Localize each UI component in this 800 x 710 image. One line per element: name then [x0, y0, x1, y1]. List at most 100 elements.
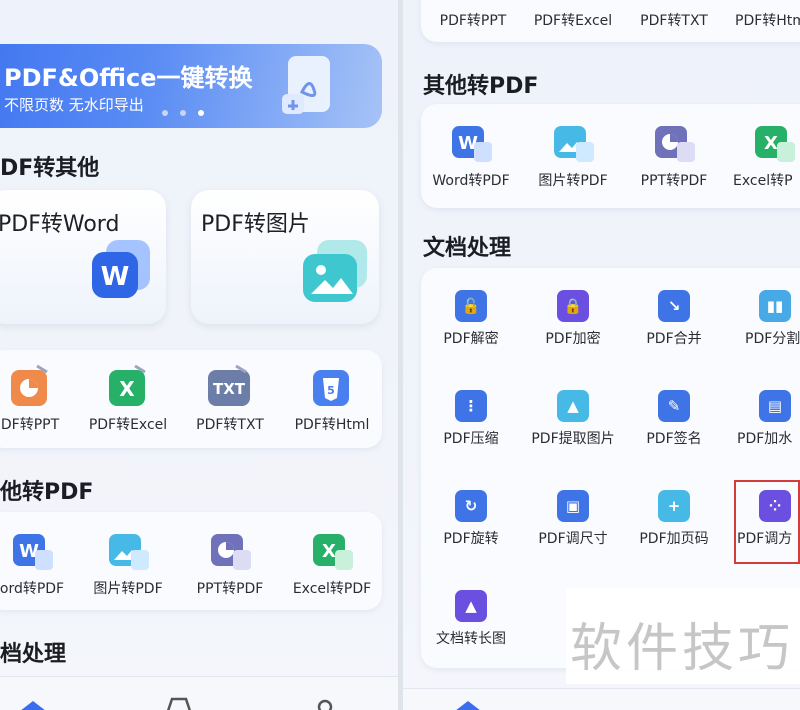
html-file-icon: 5	[313, 370, 349, 406]
tool-pdf-resize[interactable]: ▣ PDF调尺寸	[523, 490, 623, 548]
tool-pdf-compress[interactable]: ⋮ PDF压缩	[421, 390, 521, 448]
rotate-icon: ↻	[464, 497, 478, 515]
tool-label: 文档转长图	[436, 631, 506, 647]
tool-pdf-to-txt[interactable]: PDF转TXT	[624, 10, 724, 30]
home-tab-icon[interactable]	[453, 699, 483, 710]
tool-label: Word转PDF	[432, 173, 510, 189]
tool-label: 图片转PDF	[93, 581, 163, 597]
tool-label: ord转PDF	[0, 581, 65, 597]
promo-banner[interactable]: PDF&Office一键转换 不限页数 无水印导出	[0, 44, 382, 128]
banner-subtitle: 不限页数 无水印导出	[4, 96, 144, 114]
merge-icon: ↘	[667, 297, 681, 315]
tool-label: PDF转Htm	[735, 13, 800, 29]
home-tab-icon[interactable]	[18, 699, 48, 710]
image-to-pdf-icon	[554, 126, 594, 162]
tool-label: PDF调尺寸	[538, 531, 608, 547]
tool-label: PDF提取图片	[531, 431, 615, 447]
tool-label: PDF加页码	[639, 531, 709, 547]
tool-excel-to-pdf[interactable]: X Excel转P	[725, 124, 800, 190]
tool-pdf-decrypt[interactable]: 🔓 PDF解密	[421, 290, 521, 348]
card-label: PDF转图片	[201, 212, 310, 237]
ppt-to-pdf-icon	[655, 126, 695, 162]
pdf-to-image-card[interactable]: PDF转图片	[191, 190, 379, 324]
tool-image-to-pdf[interactable]: 图片转PDF	[523, 124, 623, 190]
txt-file-icon: TXT	[208, 364, 250, 406]
svg-text:X: X	[119, 377, 135, 401]
tool-label: PDF转TXT	[196, 417, 264, 433]
section-title-other-to-pdf: 他转PDF	[0, 480, 94, 505]
tool-ppt-to-pdf[interactable]: PPT转PDF	[624, 124, 724, 190]
tool-ppt-to-pdf[interactable]: PPT转PDF	[180, 528, 280, 598]
left-screen: PDF&Office一键转换 不限页数 无水印导出 DF转其他 PDF转Word…	[0, 0, 398, 710]
tool-label: Excel转P	[733, 173, 793, 189]
tool-label: PDF合并	[646, 331, 702, 347]
ppt-to-pdf-icon	[211, 534, 251, 570]
tool-label: PDF加水	[737, 431, 793, 447]
watermark-text: 软件技巧	[570, 619, 795, 679]
tool-excel-to-pdf[interactable]: X Excel转PDF	[282, 528, 382, 598]
word-badge-icon: W	[92, 240, 150, 298]
section-title-pdf-to-other: DF转其他	[0, 156, 100, 181]
tool-label: PDF旋转	[443, 531, 499, 547]
tool-pdf-page-number[interactable]: + PDF加页码	[624, 490, 724, 548]
banner-dot	[180, 110, 186, 116]
resize-icon: ▣	[565, 497, 581, 515]
image-badge-icon	[303, 240, 367, 302]
pdf-document-icon	[282, 56, 330, 114]
section-title-doc-processing: 文档处理	[423, 236, 512, 261]
svg-text:X: X	[764, 133, 778, 154]
tool-pdf-split[interactable]: ▮▮ PDF分割	[725, 290, 800, 348]
word-to-pdf-icon: W	[13, 534, 53, 570]
tool-pdf-to-txt[interactable]: TXT PDF转TXT	[180, 364, 280, 434]
excel-to-pdf-icon: X	[313, 534, 353, 570]
tool-label: PDF转Excel	[88, 417, 168, 433]
tool-pdf-extract-image[interactable]: ▲ PDF提取图片	[523, 390, 623, 448]
tool-pdf-to-ppt[interactable]: PDF转PPT	[423, 10, 523, 30]
section-title-doc-processing: 档处理	[0, 642, 67, 667]
pdf-to-word-card[interactable]: PDF转Word W	[0, 190, 166, 324]
tool-pdf-to-html[interactable]: 5 PDF转Html	[282, 364, 382, 434]
signature-icon: ✎	[667, 397, 681, 415]
extract-image-icon: ▲	[567, 397, 579, 415]
tool-label: PDF转Html	[294, 417, 370, 433]
tool-word-to-pdf[interactable]: W ord转PDF	[0, 528, 82, 598]
tool-label: PPT转PDF	[640, 173, 708, 189]
tool-pdf-to-excel[interactable]: PDF转Excel	[523, 10, 623, 30]
tool-pdf-encrypt[interactable]: 🔒 PDF加密	[523, 290, 623, 348]
tool-image-to-pdf[interactable]: 图片转PDF	[78, 528, 178, 598]
tool-label: PDF转PPT	[439, 13, 507, 29]
svg-text:5: 5	[327, 384, 335, 397]
tool-label: PDF解密	[443, 331, 499, 347]
tool-word-to-pdf[interactable]: W Word转PDF	[421, 124, 521, 190]
watermark-overlay: 软件技巧	[566, 588, 800, 684]
section-title-other-to-pdf: 其他转PDF	[423, 74, 539, 99]
profile-tab-icon[interactable]	[310, 697, 340, 710]
ppt-file-icon	[11, 364, 48, 406]
tool-label: PDF加密	[545, 331, 601, 347]
zip-icon: ⋮	[463, 397, 479, 415]
card-label: PDF转Word	[0, 212, 120, 237]
lock-icon: 🔒	[563, 297, 583, 315]
tool-label: DF转PPT	[0, 417, 60, 433]
svg-text:X: X	[322, 541, 336, 562]
excel-to-pdf-icon: X	[755, 126, 795, 162]
tool-doc-to-long-image[interactable]: ▲ 文档转长图	[421, 590, 521, 648]
bottom-nav	[403, 688, 800, 710]
tool-pdf-to-excel[interactable]: X PDF转Excel	[78, 364, 178, 434]
files-tab-icon[interactable]	[164, 697, 194, 710]
tool-pdf-rotate[interactable]: ↻ PDF旋转	[421, 490, 521, 548]
tool-pdf-to-html[interactable]: PDF转Htm	[725, 10, 800, 30]
highlight-box	[734, 480, 800, 564]
tool-label: PPT转PDF	[196, 581, 264, 597]
unlock-icon: 🔓	[461, 297, 481, 315]
tool-label: PDF转Excel	[533, 13, 613, 29]
tool-pdf-watermark[interactable]: ▤ PDF加水	[725, 390, 800, 448]
watermark-icon: ▤	[767, 397, 783, 415]
tool-pdf-merge[interactable]: ↘ PDF合并	[624, 290, 724, 348]
tool-pdf-sign[interactable]: ✎ PDF签名	[624, 390, 724, 448]
page-number-icon: +	[667, 497, 681, 515]
tool-pdf-to-ppt[interactable]: DF转PPT	[0, 364, 80, 434]
banner-dot	[162, 110, 168, 116]
tool-label: PDF签名	[646, 431, 702, 447]
banner-dot-active	[198, 110, 204, 116]
